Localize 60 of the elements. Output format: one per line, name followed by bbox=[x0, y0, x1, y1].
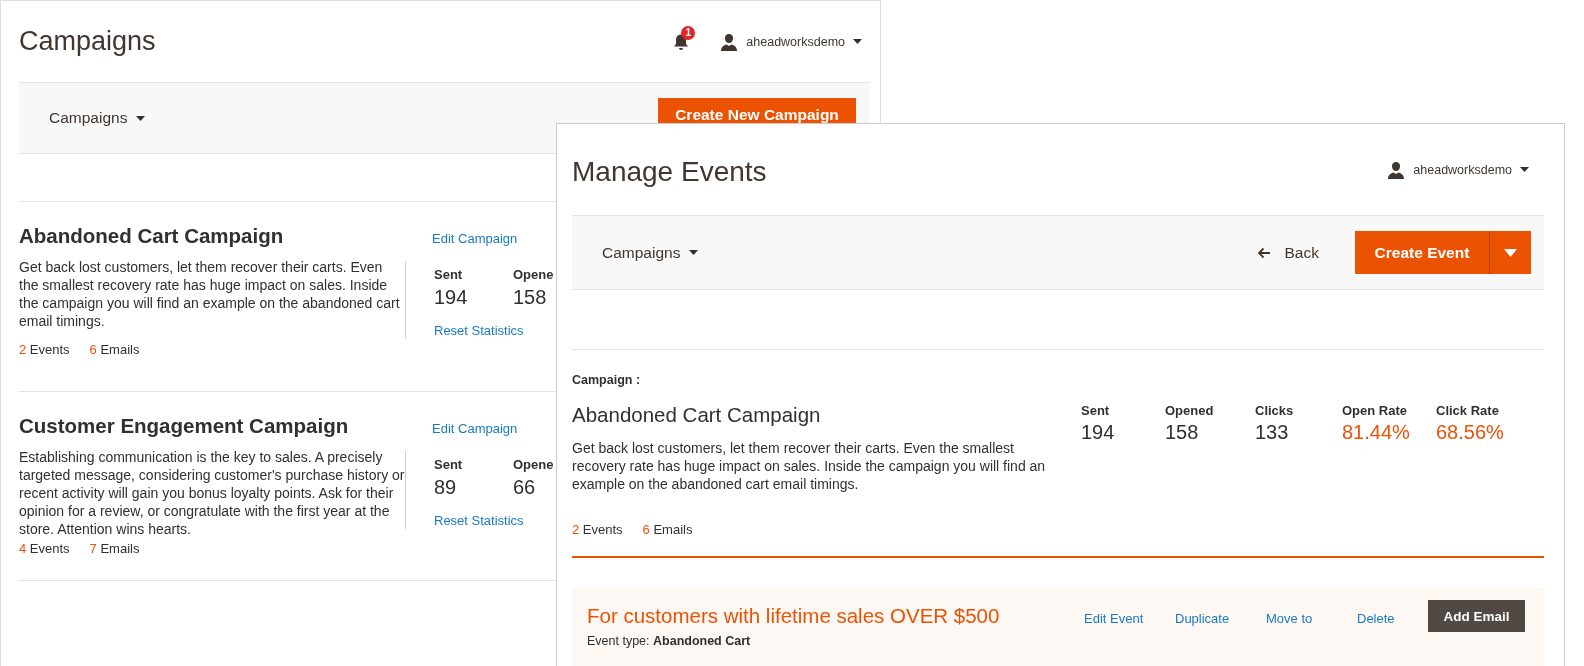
campaigns-menu[interactable]: Campaigns bbox=[49, 109, 146, 127]
stat-value: 194 bbox=[1081, 421, 1116, 444]
stat-label: Click Rate bbox=[1436, 403, 1500, 418]
event-action-link[interactable]: Duplicate bbox=[1175, 610, 1266, 626]
campaign-description: Get back lost customers, let them recover their carts. Even the smallest recovery rate has huge impact on sales. Inside the campaign you will find an example on the abandoned cart email timings. bbox=[19, 258, 401, 331]
user-name[interactable]: aheadworksdemo bbox=[1413, 162, 1512, 177]
events-count[interactable]: 4 Events bbox=[19, 541, 70, 556]
add-email-button[interactable]: Add Email bbox=[1428, 600, 1525, 632]
campaign-title: Abandoned Cart Campaign bbox=[19, 224, 285, 248]
campaign-title: Customer Engagement Campaign bbox=[19, 414, 350, 438]
stat-label: Clicks bbox=[1255, 403, 1295, 418]
user-icon bbox=[1387, 160, 1406, 179]
stat-label: Opened bbox=[1165, 403, 1215, 418]
create-campaign-button[interactable]: Create New Campaign bbox=[658, 98, 856, 124]
edit-campaign-link[interactable]: Edit Campaign bbox=[432, 231, 518, 246]
event-action-link[interactable]: Move to bbox=[1266, 610, 1357, 626]
event-title: For customers with lifetime sales OVER $500 bbox=[587, 604, 1001, 628]
stat-value: 194 bbox=[434, 286, 469, 309]
stat-value: 89 bbox=[434, 476, 458, 499]
back-arrow-icon bbox=[1256, 246, 1271, 259]
campaigns-menu[interactable]: Campaigns bbox=[602, 243, 699, 262]
stat-label: Opene bbox=[513, 267, 554, 282]
page-title: Manage Events bbox=[572, 155, 767, 188]
create-event-button[interactable]: Create Event bbox=[1355, 231, 1489, 274]
user-icon bbox=[720, 32, 739, 51]
caret-icon bbox=[1504, 248, 1517, 257]
events-count[interactable]: 2 Events bbox=[572, 522, 623, 537]
stat-value: 158 bbox=[1165, 421, 1200, 444]
user-name[interactable]: aheadworksdemo bbox=[746, 34, 845, 49]
dropdown-toggle[interactable] bbox=[1489, 231, 1531, 274]
reset-statistics-link[interactable]: Reset Statistics bbox=[434, 513, 524, 528]
stat-value: 158 bbox=[513, 286, 548, 309]
stat-label: Opene bbox=[513, 457, 554, 472]
emails-count[interactable]: 6 Emails bbox=[642, 522, 693, 537]
event-type: Event type: Abandoned Cart bbox=[587, 634, 752, 648]
event-action-link[interactable]: Edit Event bbox=[1084, 610, 1175, 626]
stat-label: Sent bbox=[434, 457, 463, 472]
reset-statistics-link[interactable]: Reset Statistics bbox=[434, 323, 524, 338]
caret-icon bbox=[1520, 167, 1529, 172]
stat-label: Sent bbox=[434, 267, 463, 282]
emails-count[interactable]: 7 Emails bbox=[89, 541, 140, 556]
campaign-label: Campaign : bbox=[572, 373, 642, 387]
notification-badge: 1 bbox=[681, 25, 696, 40]
caret-icon bbox=[689, 250, 699, 255]
caret-icon bbox=[136, 115, 146, 121]
campaign-description: Establishing communication is the key to sales. A precisely targeted message, considering customer's purchase history or recent activity will gain you bonus loyalty points. Ask for their opinion for a review, or congratulate with the first year at the store. Attention wins hearts. bbox=[19, 448, 405, 538]
events-count[interactable]: 2 Events bbox=[19, 342, 70, 357]
campaign-description: Get back lost customers, let them recover their carts. Even the smallest recovery rate has huge impact on sales. Inside the campaign you will find an example on the abandoned cart email timings. bbox=[572, 439, 1047, 493]
stat-label: Open Rate bbox=[1342, 403, 1408, 418]
back-button[interactable]: Back bbox=[1250, 242, 1325, 263]
event-action-link[interactable]: Delete bbox=[1357, 610, 1428, 626]
campaign-title: Abandoned Cart Campaign bbox=[572, 403, 822, 427]
edit-campaign-link[interactable]: Edit Campaign bbox=[432, 421, 518, 436]
page-title: Campaigns bbox=[19, 26, 156, 57]
stat-value: 81.44% bbox=[1342, 421, 1411, 444]
caret-icon bbox=[853, 39, 862, 44]
stat-value: 68.56% bbox=[1436, 421, 1504, 444]
emails-count[interactable]: 6 Emails bbox=[89, 342, 140, 357]
stat-value: 133 bbox=[1255, 421, 1290, 444]
stat-label: Sent bbox=[1081, 403, 1111, 418]
